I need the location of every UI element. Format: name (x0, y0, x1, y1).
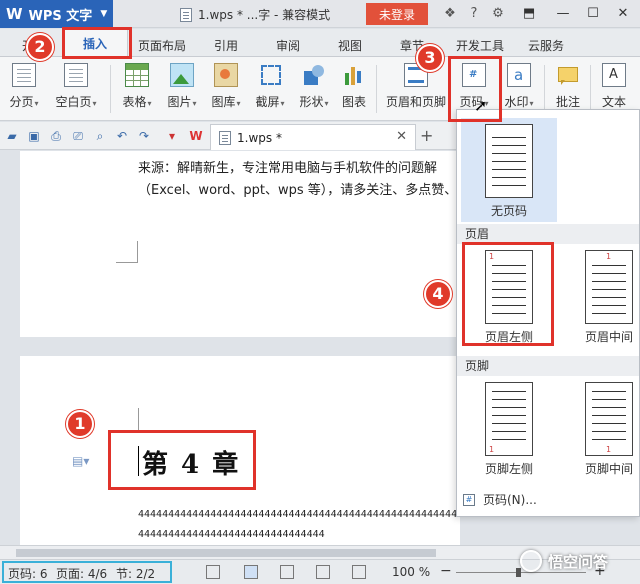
document-icon (180, 7, 192, 22)
footer-left-option[interactable]: 1 (485, 382, 533, 456)
reading-mode-icon[interactable] (352, 565, 366, 579)
paragraph-handle-icon[interactable]: ▤▾ (72, 454, 89, 468)
status-page-number: 页码: 6 (8, 567, 48, 581)
no-page-number-option[interactable] (485, 124, 533, 198)
blank-page-button[interactable]: 空白页▾ (50, 61, 102, 117)
step-marker-4: 4 (424, 280, 452, 308)
tab-developer[interactable]: 开发工具 (456, 37, 504, 54)
table-button[interactable]: 表格▾ (118, 61, 156, 117)
gallery-icon (214, 63, 238, 87)
paragraph-line: 4444444444444444444444444444444 (138, 529, 325, 540)
margin-marker (116, 241, 138, 263)
step-marker-3: 3 (416, 44, 444, 72)
redo-icon[interactable]: ↷ (136, 128, 152, 144)
page-number-settings-item[interactable]: # 页码(N)... (463, 491, 537, 508)
fullscreen-icon[interactable] (206, 565, 220, 579)
document-tab[interactable]: 1.wps * ✕ (210, 124, 416, 150)
zoom-out-icon[interactable]: − (440, 563, 452, 579)
shapes-icon (302, 63, 326, 87)
picture-icon (170, 63, 194, 87)
maximize-button[interactable]: ☐ (582, 4, 604, 24)
highlight-insert-tab (62, 27, 132, 59)
screenshot-icon (258, 63, 282, 87)
table-icon (125, 63, 149, 87)
app-menu-button[interactable]: W WPS 文字 ▼ (0, 0, 113, 28)
header-section-title: 页眉 (457, 224, 639, 244)
document-page[interactable]: 来源：解晴新生，专注常用电脑与手机软件的问题解 （Excel、word、ppt、… (20, 151, 460, 337)
page-break-button[interactable]: 分页▾ (6, 61, 42, 117)
export-pdf-icon[interactable]: ⎙ (48, 128, 64, 144)
page-view-icon[interactable] (244, 565, 258, 579)
highlight-header-left (462, 242, 554, 346)
document-icon (219, 130, 231, 145)
footer-section-title: 页脚 (457, 356, 639, 376)
page-break-icon (12, 63, 36, 87)
outline-view-icon[interactable] (280, 565, 294, 579)
close-tab-icon[interactable]: ✕ (396, 129, 407, 144)
margin-marker (138, 408, 160, 430)
chart-button[interactable]: 图表 (338, 61, 370, 117)
skin-icon[interactable]: ❖ (442, 6, 458, 22)
no-page-number-label: 无页码 (490, 204, 527, 218)
scroll-thumb[interactable] (16, 549, 436, 557)
tab-review[interactable]: 审阅 (276, 37, 300, 54)
screenshot-button[interactable]: 截屏▾ (250, 61, 290, 117)
tab-cloud[interactable]: 云服务 (528, 37, 564, 54)
undo-icon[interactable]: ↶ (114, 128, 130, 144)
header-center-label: 页眉中间 (584, 330, 633, 344)
login-button[interactable]: 未登录 (366, 3, 428, 25)
status-section: 节: 2/2 (116, 567, 156, 581)
paragraph-line: （Excel、word、ppt、wps 等），请多关注、多点赞、 (138, 183, 458, 198)
watermark-overlay: 悟空问答 (520, 550, 608, 572)
window-title-text: 1.wps * ...字 - 兼容模式 (198, 8, 331, 22)
close-button[interactable]: ✕ (612, 4, 634, 24)
picture-button[interactable]: 图片▾ (162, 61, 202, 117)
footer-center-label: 页脚中间 (584, 462, 633, 476)
paragraph-line: 4444444444444444444444444444444444444444… (138, 509, 460, 520)
header-footer-button[interactable]: 页眉和页脚 (384, 61, 448, 117)
document-tab-label: 1.wps * (237, 130, 282, 145)
print-icon[interactable]: ⎚ (70, 128, 86, 144)
mouse-cursor-icon: ➚ (474, 96, 488, 115)
header-center-option[interactable]: 1 (585, 250, 633, 324)
footer-left-label: 页脚左侧 (484, 462, 533, 476)
save-icon[interactable]: ▣ (26, 128, 42, 144)
open-folder-icon[interactable]: ▰ (4, 128, 20, 144)
step-marker-1: 1 (66, 410, 94, 438)
wps-w-icon: W (189, 129, 203, 143)
chart-icon (342, 63, 366, 87)
customize-icon[interactable]: ▾ (164, 128, 180, 144)
gallery-button[interactable]: 图库▾ (206, 61, 246, 117)
watermark-icon (507, 63, 531, 87)
step-marker-2: 2 (26, 33, 54, 61)
wukong-logo-icon (520, 550, 542, 572)
comment-icon (556, 63, 580, 87)
zoom-slider[interactable] (456, 568, 586, 577)
print-preview-icon[interactable]: ⌕ (92, 128, 108, 144)
tab-view[interactable]: 视图 (338, 37, 362, 54)
settings-icon[interactable]: ⚙ (490, 6, 506, 22)
new-tab-icon[interactable]: + (420, 126, 433, 145)
tab-references[interactable]: 引用 (214, 37, 238, 54)
title-bar: W WPS 文字 ▼ 1.wps * ...字 - 兼容模式 未登录 ❖ ? ⚙… (0, 0, 640, 28)
window-title: 1.wps * ...字 - 兼容模式 (180, 6, 330, 23)
help-icon[interactable]: ? (466, 6, 482, 22)
paragraph-line: 来源：解晴新生，专注常用电脑与手机软件的问题解 (138, 161, 438, 176)
page-number-settings-icon: # (463, 493, 475, 506)
zoom-level[interactable]: 100 % (392, 565, 430, 579)
footer-center-option[interactable]: 1 (585, 382, 633, 456)
tab-page-layout[interactable]: 页面布局 (138, 37, 186, 54)
text-box-icon (602, 63, 626, 87)
blank-page-icon (64, 63, 88, 87)
web-view-icon[interactable] (316, 565, 330, 579)
highlight-chapter-heading (108, 430, 256, 490)
wps-logo-icon: W (6, 5, 23, 23)
chevron-down-icon: ▼ (100, 9, 108, 19)
restore-icon[interactable]: ⬒ (518, 4, 540, 24)
shapes-button[interactable]: 形状▾ (294, 61, 334, 117)
app-name: WPS 文字 (28, 8, 93, 24)
minimize-button[interactable]: — (552, 4, 574, 24)
status-pages: 页面: 4/6 (56, 567, 108, 581)
